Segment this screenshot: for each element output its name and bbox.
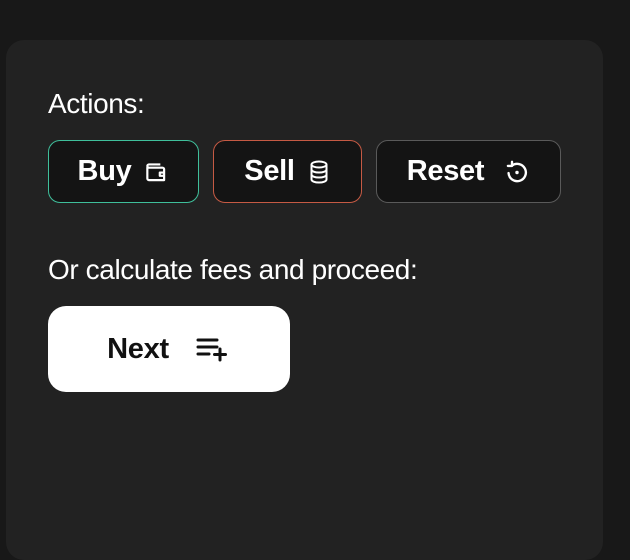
reset-icon [504,159,530,185]
buy-button[interactable]: Buy [48,140,199,203]
buy-button-label: Buy [77,155,132,187]
reset-button[interactable]: Reset [376,140,561,203]
next-button[interactable]: Next [48,306,290,392]
coins-icon [307,159,331,185]
actions-panel: Actions: Buy Sell Reset Or calculate fee… [6,40,603,560]
sell-button-label: Sell [244,155,295,187]
wallet-icon [143,159,169,185]
actions-heading: Actions: [48,88,145,119]
fees-heading: Or calculate fees and proceed: [48,254,418,285]
list-plus-icon [195,336,231,362]
next-button-label: Next [107,332,169,365]
sell-button[interactable]: Sell [213,140,362,203]
reset-button-label: Reset [406,155,485,187]
